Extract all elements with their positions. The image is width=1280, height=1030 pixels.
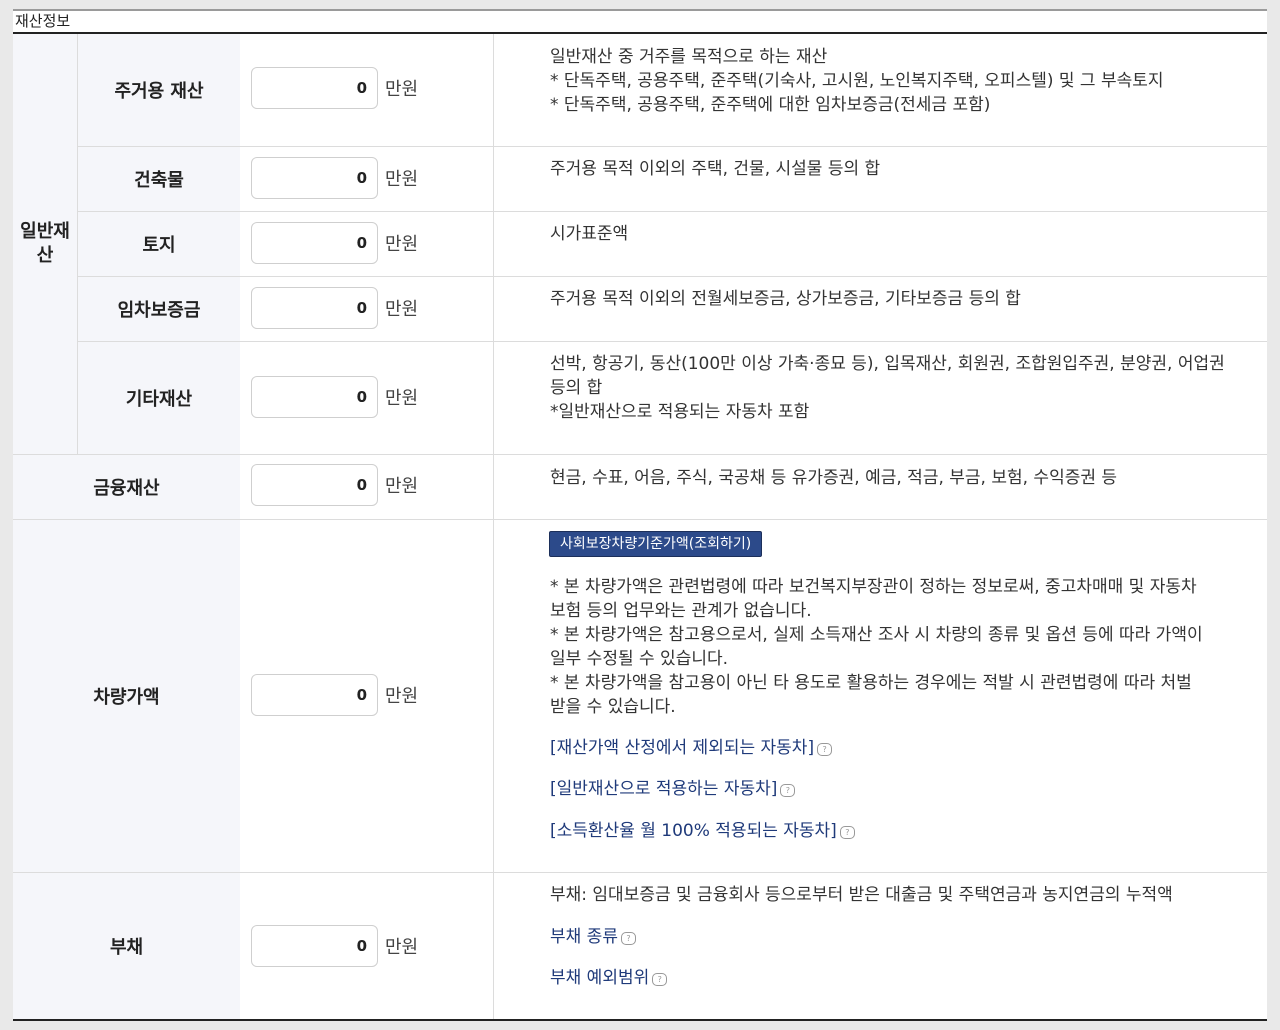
unit-label: 만원 <box>385 937 419 958</box>
row-label-building: 건축물 <box>134 170 184 191</box>
desc-line: 부채: 임대보증금 및 금융회사 등으로부터 받은 대출금 및 주택연금과 농지… <box>550 885 1173 905</box>
divider <box>78 276 1267 277</box>
row-label-residential: 주거용 재산 <box>114 81 204 102</box>
vehicle-value-input[interactable] <box>251 674 378 716</box>
row-label-land: 토지 <box>142 235 176 256</box>
speech-bubble-icon[interactable]: ? <box>780 784 796 797</box>
residential-property-input[interactable] <box>251 67 378 109</box>
row-description: 현금, 수표, 어음, 주식, 국공채 등 유가증권, 예금, 적금, 부금, … <box>550 466 1260 490</box>
desc-line: * 본 차량가액은 참고용으로서, 실제 소득재산 조사 시 차량의 종류 및 … <box>550 625 1203 645</box>
desc-line: 일반재산 중 거주를 목적으로 하는 재산 <box>550 47 828 67</box>
speech-bubble-icon[interactable]: ? <box>620 932 636 945</box>
land-input[interactable] <box>251 222 378 264</box>
row-description: 시가표준액 <box>550 222 1260 246</box>
debt-exceptions-link[interactable]: 부채 예외범위? <box>550 966 668 990</box>
input-group: 만원 <box>251 674 418 716</box>
input-group: 만원 <box>251 67 418 109</box>
unit-label: 만원 <box>385 169 419 190</box>
speech-bubble-icon[interactable]: ? <box>839 826 855 839</box>
desc-line: 현금, 수표, 어음, 주식, 국공채 등 유가증권, 예금, 적금, 부금, … <box>550 468 1118 488</box>
section-title: 재산정보 <box>15 12 71 30</box>
desc-line: 일부 수정될 수 있습니다. <box>550 649 729 669</box>
building-input[interactable] <box>251 157 378 199</box>
divider <box>78 211 1267 212</box>
general-property-vehicles-link[interactable]: [일반재산으로 적용하는 자동차]? <box>550 777 796 801</box>
row-label-lease-deposit: 임차보증금 <box>117 300 201 321</box>
financial-property-input[interactable] <box>251 464 378 506</box>
link-text[interactable]: [소득환산율 월 100% 적용되는 자동차] <box>550 821 837 841</box>
divider <box>493 34 494 1019</box>
row-description: 주거용 목적 이외의 전월세보증금, 상가보증금, 기타보증금 등의 합 <box>550 287 1260 311</box>
desc-line: * 본 차량가액은 관련법령에 따라 보건복지부장관이 정하는 정보로써, 중고… <box>550 577 1197 597</box>
desc-line: 시가표준액 <box>550 224 629 244</box>
link-text[interactable]: 부채 종류 <box>550 927 618 947</box>
row-description: 주거용 목적 이외의 주택, 건물, 시설물 등의 합 <box>550 157 1260 181</box>
full-income-conversion-vehicles-link[interactable]: [소득환산율 월 100% 적용되는 자동차]? <box>550 819 855 843</box>
unit-label: 만원 <box>385 686 419 707</box>
other-property-input[interactable] <box>251 376 378 418</box>
desc-line: 주거용 목적 이외의 주택, 건물, 시설물 등의 합 <box>550 159 881 179</box>
desc-line: 보험 등의 업무와는 관계가 없습니다. <box>550 601 812 621</box>
input-group: 만원 <box>251 464 418 506</box>
desc-line: 주거용 목적 이외의 전월세보증금, 상가보증금, 기타보증금 등의 합 <box>550 289 1021 309</box>
row-label-vehicle: 차량가액 <box>93 687 160 708</box>
row-description: 부채: 임대보증금 및 금융회사 등으로부터 받은 대출금 및 주택연금과 농지… <box>550 883 1260 907</box>
property-info-panel: 재산정보 일반재산 주거용 재산 만원 일반재산 중 거주를 목적으로 하는 재… <box>13 9 1267 1021</box>
unit-label: 만원 <box>385 388 419 409</box>
link-text[interactable]: 부채 예외범위 <box>550 968 649 988</box>
row-label-other-property: 기타재산 <box>125 389 193 410</box>
input-group: 만원 <box>251 925 418 967</box>
unit-label: 만원 <box>385 299 419 320</box>
input-group: 만원 <box>251 376 418 418</box>
link-text[interactable]: [재산가액 산정에서 제외되는 자동차] <box>550 738 814 758</box>
row-description: 일반재산 중 거주를 목적으로 하는 재산 * 단독주택, 공용주택, 준주택(… <box>550 45 1260 117</box>
unit-label: 만원 <box>385 234 419 255</box>
link-text[interactable]: [일반재산으로 적용하는 자동차] <box>550 779 777 799</box>
desc-line: 받을 수 있습니다. <box>550 697 676 717</box>
desc-line: *일반재산으로 적용되는 자동차 포함 <box>550 402 810 422</box>
unit-label: 만원 <box>385 79 419 100</box>
group-label-general-property: 일반재산 <box>13 34 77 454</box>
debt-input[interactable] <box>251 925 378 967</box>
excluded-vehicles-link[interactable]: [재산가액 산정에서 제외되는 자동차]? <box>550 736 833 760</box>
divider <box>78 341 1267 342</box>
desc-line: 등의 합 <box>550 378 603 398</box>
row-description: * 본 차량가액은 관련법령에 따라 보건복지부장관이 정하는 정보로써, 중고… <box>550 575 1262 719</box>
input-group: 만원 <box>251 222 418 264</box>
divider <box>13 1019 1267 1021</box>
desc-line: * 본 차량가액을 참고용이 아닌 타 용도로 활용하는 경우에는 적발 시 관… <box>550 673 1192 693</box>
lease-deposit-input[interactable] <box>251 287 378 329</box>
group-label-text: 일반재산 <box>20 221 70 266</box>
desc-line: 선박, 항공기, 동산(100만 이상 가축·종묘 등), 입목재산, 회원권,… <box>550 354 1225 374</box>
unit-label: 만원 <box>385 476 419 497</box>
debt-types-link[interactable]: 부채 종류? <box>550 925 636 949</box>
vehicle-value-lookup-button[interactable]: 사회보장차량기준가액(조회하기) <box>549 531 763 557</box>
row-description: 선박, 항공기, 동산(100만 이상 가축·종묘 등), 입목재산, 회원권,… <box>550 352 1262 424</box>
speech-bubble-icon[interactable]: ? <box>817 743 833 756</box>
speech-bubble-icon[interactable]: ? <box>652 973 668 986</box>
desc-line: * 단독주택, 공용주택, 준주택(기숙사, 고시원, 노인복지주택, 오피스텔… <box>550 71 1164 91</box>
input-group: 만원 <box>251 287 418 329</box>
row-label-debt: 부채 <box>109 937 144 958</box>
desc-line: * 단독주택, 공용주택, 준주택에 대한 임차보증금(전세금 포함) <box>550 95 991 115</box>
divider <box>78 146 1267 147</box>
input-group: 만원 <box>251 157 418 199</box>
row-label-financial: 금융재산 <box>93 478 160 499</box>
